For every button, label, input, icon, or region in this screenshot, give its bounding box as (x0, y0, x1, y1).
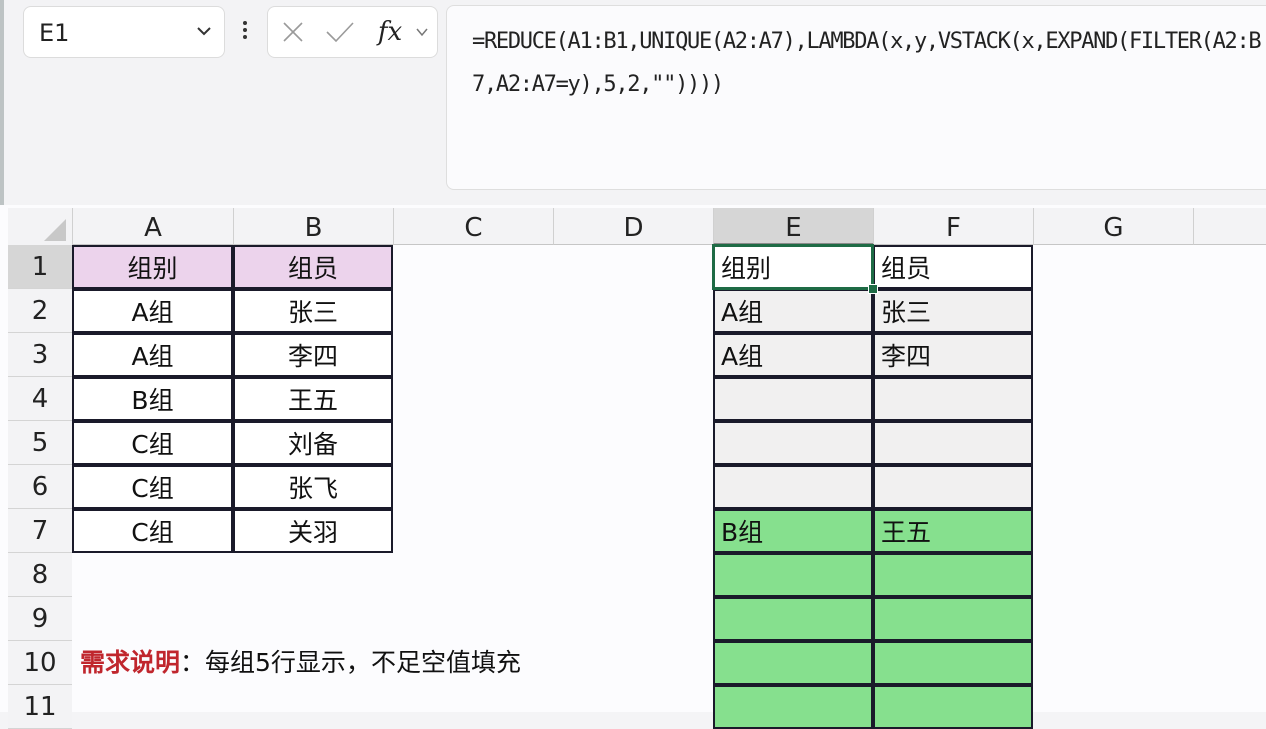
column-header-h[interactable] (1193, 208, 1266, 245)
function-icon: fx (377, 17, 403, 47)
formula-text[interactable]: =REDUCE(A1:B1,UNIQUE(A2:A7),LAMBDA(x,y,V… (472, 20, 1262, 106)
name-box-value: E1 (39, 19, 70, 47)
chevron-down-icon[interactable] (194, 21, 214, 41)
active-cell[interactable]: 组别 (712, 244, 874, 290)
source-header-cell[interactable]: 组别 (72, 245, 233, 289)
chevron-down-icon (416, 28, 428, 37)
cancel-button[interactable] (278, 17, 308, 47)
column-header-b[interactable]: B (233, 208, 393, 245)
row-header-11[interactable]: 11 (8, 685, 72, 729)
column-header-g[interactable]: G (1033, 208, 1193, 245)
column-header-c[interactable]: C (393, 208, 553, 245)
result-data-cell[interactable] (873, 377, 1033, 421)
row-header-9[interactable]: 9 (8, 597, 72, 641)
formula-toolbar: E1 fx =REDUCE(A1:B1,UNIQUE(A2:A7),LAMBDA… (0, 0, 1266, 205)
column-header-a[interactable]: A (72, 208, 233, 245)
result-data-cell[interactable] (713, 597, 873, 641)
result-data-cell[interactable] (873, 685, 1033, 729)
column-header-f[interactable]: F (873, 208, 1033, 245)
row-header-5[interactable]: 5 (8, 421, 72, 465)
row-header-2[interactable]: 2 (8, 289, 72, 333)
result-data-cell[interactable] (873, 553, 1033, 597)
insert-function-button[interactable]: fx (370, 17, 410, 47)
result-data-cell[interactable] (713, 465, 873, 509)
result-data-cell[interactable]: 李四 (873, 333, 1033, 377)
close-icon (283, 22, 303, 42)
result-header-cell[interactable]: 组员 (873, 245, 1033, 289)
source-data-cell[interactable]: 张飞 (233, 465, 393, 509)
requirement-note: 需求说明：每组5行显示，不足空值填充 (80, 645, 521, 681)
result-data-cell[interactable] (713, 421, 873, 465)
source-data-cell[interactable]: 王五 (233, 377, 393, 421)
row-header-1[interactable]: 1 (8, 245, 72, 289)
column-header-d[interactable]: D (553, 208, 713, 245)
enter-button[interactable] (323, 17, 357, 47)
source-data-cell[interactable]: C组 (72, 465, 233, 509)
result-data-cell[interactable] (713, 377, 873, 421)
result-data-cell[interactable] (873, 597, 1033, 641)
check-icon (326, 22, 354, 43)
result-data-cell[interactable]: A组 (713, 289, 873, 333)
result-data-cell[interactable] (713, 553, 873, 597)
fill-handle[interactable] (868, 284, 878, 294)
row-header-7[interactable]: 7 (8, 509, 72, 553)
formula-expand-button[interactable] (412, 17, 432, 47)
result-data-cell[interactable]: A组 (713, 333, 873, 377)
row-header-8[interactable]: 8 (8, 553, 72, 597)
column-header-e[interactable]: E (713, 208, 873, 245)
source-data-cell[interactable]: 李四 (233, 333, 393, 377)
source-data-cell[interactable]: 张三 (233, 289, 393, 333)
name-box[interactable]: E1 (23, 6, 225, 58)
source-data-cell[interactable]: 刘备 (233, 421, 393, 465)
formula-buttons: fx (267, 6, 438, 58)
select-all-icon (44, 219, 66, 241)
result-data-cell[interactable]: 张三 (873, 289, 1033, 333)
more-options-icon[interactable] (240, 18, 250, 48)
source-data-cell[interactable]: C组 (72, 509, 233, 553)
source-header-cell[interactable]: 组员 (233, 245, 393, 289)
select-all-button[interactable] (8, 208, 72, 245)
row-header-3[interactable]: 3 (8, 333, 72, 377)
source-data-cell[interactable]: B组 (72, 377, 233, 421)
result-data-cell[interactable]: 王五 (873, 509, 1033, 553)
note-label: 需求说明 (80, 648, 181, 677)
source-data-cell[interactable]: A组 (72, 333, 233, 377)
result-data-cell[interactable] (713, 641, 873, 685)
source-data-cell[interactable]: A组 (72, 289, 233, 333)
note-text: 每组5行显示，不足空值填充 (205, 648, 521, 677)
source-data-cell[interactable]: 关羽 (233, 509, 393, 553)
result-data-cell[interactable] (713, 685, 873, 729)
formula-input[interactable]: =REDUCE(A1:B1,UNIQUE(A2:A7),LAMBDA(x,y,V… (446, 5, 1266, 190)
note-separator: ： (180, 648, 206, 677)
result-data-cell[interactable] (873, 421, 1033, 465)
result-data-cell[interactable] (873, 641, 1033, 685)
result-data-cell[interactable] (873, 465, 1033, 509)
row-header-10[interactable]: 10 (8, 641, 72, 685)
result-data-cell[interactable]: B组 (713, 509, 873, 553)
row-header-6[interactable]: 6 (8, 465, 72, 509)
source-data-cell[interactable]: C组 (72, 421, 233, 465)
row-header-4[interactable]: 4 (8, 377, 72, 421)
spreadsheet-grid: ABCDEFG 1 2 3 4 5 6 7 8 9 10 11 组别 组员 A组 张三 A组 李四 B组 王五 C组… (0, 205, 1266, 729)
